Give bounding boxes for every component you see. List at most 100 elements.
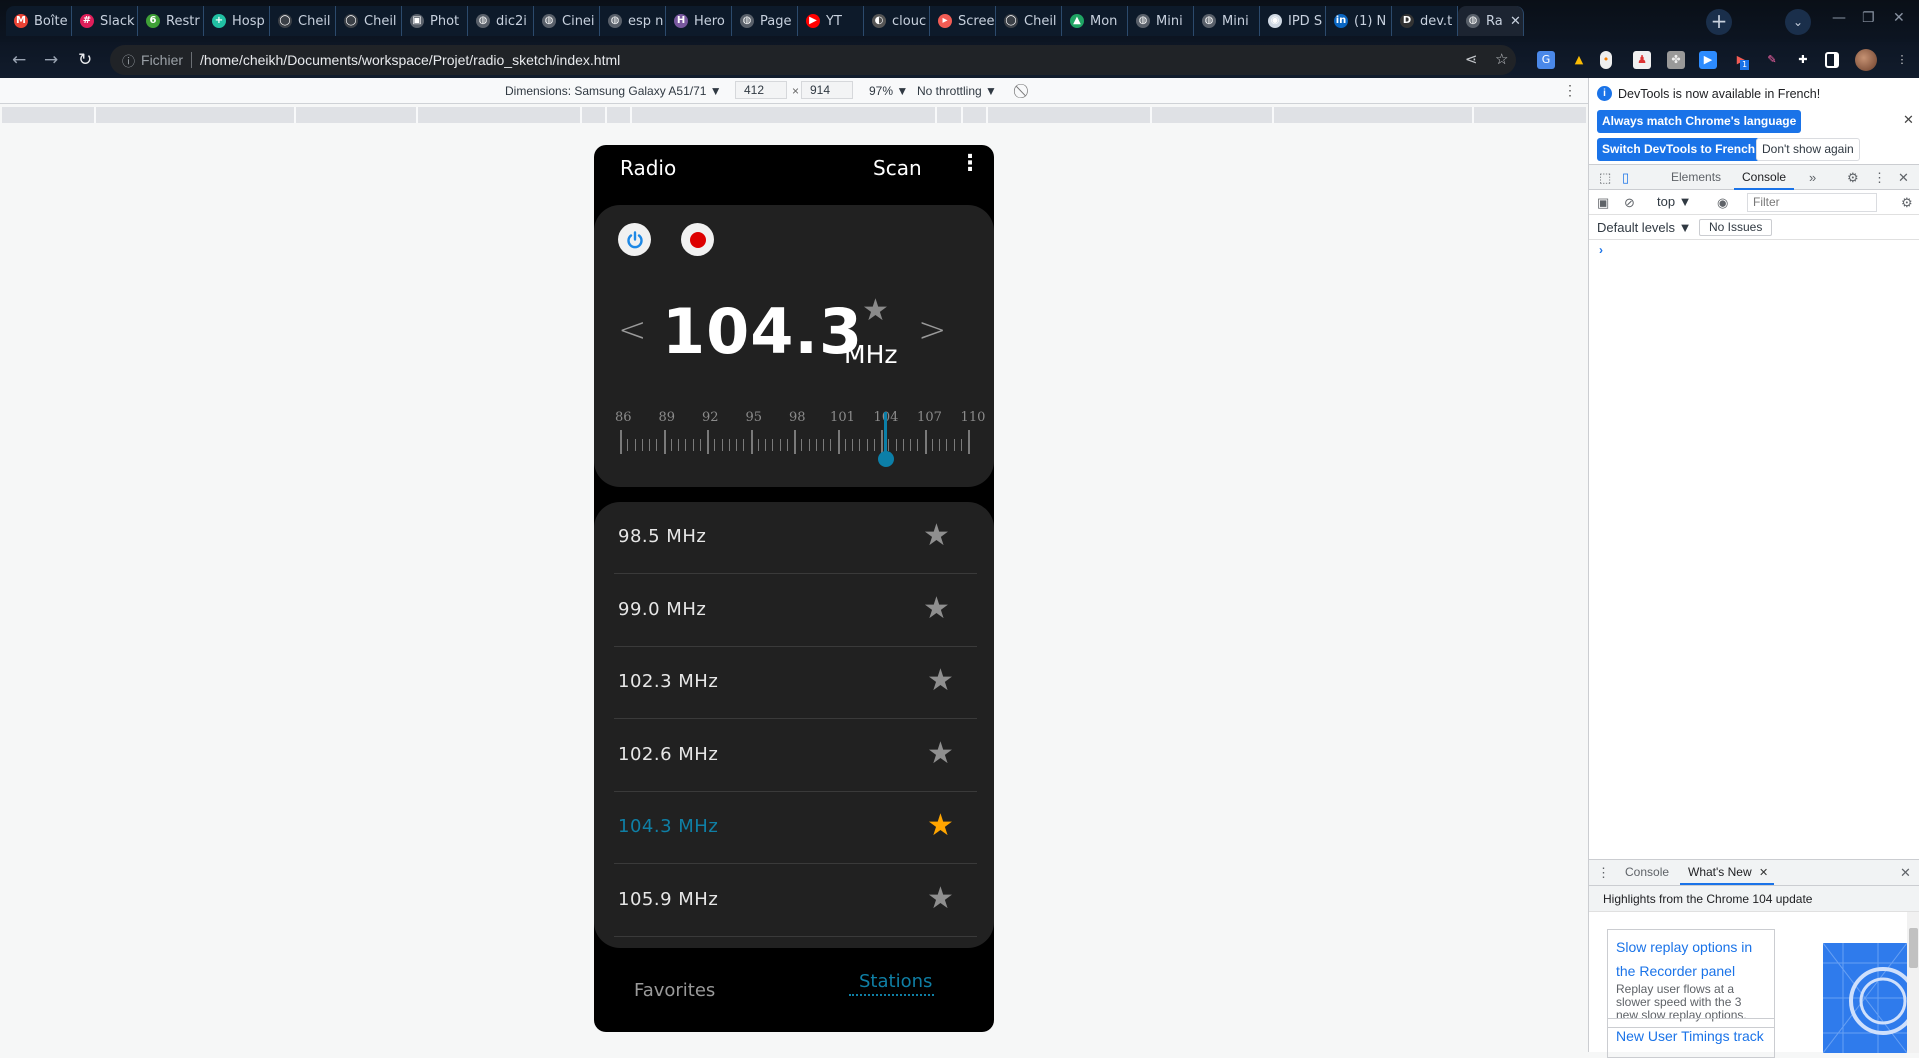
frequency-dial[interactable]: 8689929598101104107110 — [615, 410, 985, 480]
share-icon[interactable]: ⋖ — [1465, 50, 1478, 68]
tab-console[interactable]: Console — [1734, 165, 1795, 190]
browser-tab[interactable]: ◍ Mini — [1128, 6, 1194, 36]
browser-tab[interactable]: in (1) N — [1326, 6, 1392, 36]
media-query-segment[interactable] — [1274, 107, 1474, 123]
favorite-star-icon[interactable]: ★ — [923, 591, 950, 626]
tab-search-button[interactable]: ⌄ — [1785, 9, 1811, 35]
zoom-select[interactable]: 97% ▼ — [869, 84, 908, 98]
record-button[interactable] — [681, 223, 714, 256]
chrome-menu-icon[interactable]: ⋮ — [1893, 51, 1911, 69]
dont-show-again-button[interactable]: Don't show again — [1756, 138, 1860, 161]
favorite-star-icon[interactable]: ★ — [927, 663, 954, 698]
media-query-segment[interactable] — [632, 107, 937, 123]
forward-icon[interactable]: → — [44, 50, 58, 70]
profile-avatar[interactable] — [1855, 49, 1877, 71]
browser-tab[interactable]: M Boîte — [6, 6, 72, 36]
context-select[interactable]: top ▼ — [1657, 194, 1692, 209]
browser-tab[interactable]: + Hosp — [204, 6, 270, 36]
customize-menu-icon[interactable]: ⋮ — [1873, 170, 1886, 186]
live-expression-eye-icon[interactable]: ◉ — [1717, 195, 1728, 211]
browser-tab[interactable]: ◍ Cinei — [534, 6, 600, 36]
browser-tab[interactable]: Ddev.t — [1392, 6, 1458, 36]
media-query-segment[interactable] — [296, 107, 418, 123]
station-frequency[interactable]: 102.6 MHz — [618, 744, 718, 765]
screencast-extension-icon[interactable]: ▶1 — [1732, 51, 1750, 70]
close-window-icon[interactable]: ✕ — [1893, 10, 1905, 26]
favorite-star-icon[interactable]: ★ — [862, 293, 889, 328]
station-row[interactable]: 98.5 MHz ★ — [614, 502, 977, 574]
bookmark-star-icon[interactable]: ☆ — [1495, 50, 1508, 68]
favorites-tab[interactable]: Favorites — [634, 980, 715, 1001]
drawer-tab-console[interactable]: Console — [1617, 860, 1677, 885]
station-row[interactable]: 104.3 MHz ★ — [614, 792, 977, 864]
close-tab-icon[interactable]: ✕ — [1759, 866, 1768, 879]
whats-new-card[interactable]: Slow replay options in the Recorder pane… — [1607, 929, 1775, 1028]
extension-icon[interactable]: • — [1600, 51, 1612, 69]
media-query-segment[interactable] — [1152, 107, 1274, 123]
tab-elements[interactable]: Elements — [1663, 165, 1729, 190]
more-options-icon[interactable]: ⋮ — [1563, 82, 1577, 99]
station-frequency[interactable]: 105.9 MHz — [618, 889, 718, 910]
media-query-segment[interactable] — [2, 107, 96, 123]
previous-frequency-button[interactable]: < — [618, 310, 647, 350]
card-title[interactable]: Slow replay options in the Recorder pane… — [1616, 935, 1766, 983]
station-row[interactable]: 105.9 MHz ★ — [614, 865, 977, 937]
browser-tab[interactable]: 6 Restr — [138, 6, 204, 36]
browser-tab[interactable]: ◯ Cheil — [270, 6, 336, 36]
browser-tab[interactable]: ▶ YT — [798, 6, 864, 36]
scrollbar[interactable] — [1907, 912, 1919, 1053]
back-icon[interactable]: ← — [12, 50, 26, 70]
browser-tab[interactable]: ◉ IPD S — [1260, 6, 1326, 36]
dial-needle-handle[interactable] — [878, 451, 895, 467]
inspect-element-icon[interactable]: ⬚ — [1599, 170, 1611, 186]
restore-icon[interactable]: ❐ — [1862, 10, 1875, 26]
color-picker-icon[interactable]: ✎ — [1763, 51, 1781, 69]
browser-tab[interactable]: ◍ dic2i — [468, 6, 534, 36]
browser-tab[interactable]: ◍ Mini — [1194, 6, 1260, 36]
media-query-segment[interactable] — [988, 107, 1152, 123]
device-toggle-icon[interactable]: ▯ — [1622, 170, 1629, 186]
favorite-star-icon[interactable]: ★ — [923, 518, 950, 553]
scan-button[interactable]: Scan — [873, 156, 922, 180]
whats-new-card[interactable]: New User Timings track — [1607, 1018, 1775, 1058]
stations-tab[interactable]: Stations — [849, 972, 935, 996]
zoom-extension-icon[interactable]: ▶ — [1699, 51, 1717, 69]
settings-gear-icon[interactable]: ⚙ — [1847, 170, 1859, 186]
station-frequency[interactable]: 102.3 MHz — [618, 671, 718, 692]
media-query-segment[interactable] — [963, 107, 988, 123]
google-drive-icon[interactable]: ▲ — [1570, 51, 1588, 69]
extension-icon[interactable]: ♟ — [1633, 51, 1651, 69]
browser-tab[interactable]: ◍ Page — [732, 6, 798, 36]
browser-tab[interactable]: ▲ Mon — [1062, 6, 1128, 36]
station-frequency[interactable]: 104.3 MHz — [618, 816, 718, 837]
google-translate-icon[interactable]: G — [1537, 51, 1555, 69]
card-title[interactable]: New User Timings track — [1616, 1024, 1766, 1048]
media-query-segment[interactable] — [418, 107, 582, 123]
station-row[interactable]: 102.3 MHz ★ — [614, 647, 977, 719]
browser-tab[interactable]: ◯ Cheil — [996, 6, 1062, 36]
browser-tab[interactable]: ◯ Cheil — [336, 6, 402, 36]
close-tab-icon[interactable]: ✕ — [1510, 14, 1521, 29]
reload-icon[interactable]: ↻ — [78, 50, 92, 70]
sidebar-toggle-icon[interactable]: ▣ — [1597, 195, 1609, 211]
browser-tab[interactable]: ▸ Scree — [930, 6, 996, 36]
next-frequency-button[interactable]: > — [918, 310, 947, 350]
browser-tab[interactable]: ◍ esp n — [600, 6, 666, 36]
match-language-button[interactable]: Always match Chrome's language — [1597, 110, 1802, 133]
new-tab-button[interactable]: + — [1706, 9, 1732, 35]
browser-tab[interactable]: # Slack — [72, 6, 138, 36]
close-drawer-icon[interactable]: ✕ — [1900, 865, 1911, 881]
issues-button[interactable]: No Issues — [1699, 219, 1773, 236]
console-filter-input[interactable]: Filter — [1747, 193, 1877, 212]
media-query-segment[interactable] — [96, 107, 296, 123]
scrollbar-thumb[interactable] — [1909, 928, 1918, 968]
media-query-segment[interactable] — [582, 107, 607, 123]
station-frequency[interactable]: 99.0 MHz — [618, 599, 706, 620]
power-button[interactable] — [618, 223, 651, 256]
drawer-menu-icon[interactable]: ⋮ — [1597, 865, 1610, 881]
station-row[interactable]: 102.6 MHz ★ — [614, 720, 977, 792]
switch-to-french-button[interactable]: Switch DevTools to French — [1597, 138, 1761, 161]
extensions-puzzle-icon[interactable]: ✚ — [1794, 51, 1812, 69]
overflow-menu-icon[interactable]: ⋮ — [959, 153, 981, 175]
browser-tab[interactable]: ▣ Phot — [402, 6, 468, 36]
